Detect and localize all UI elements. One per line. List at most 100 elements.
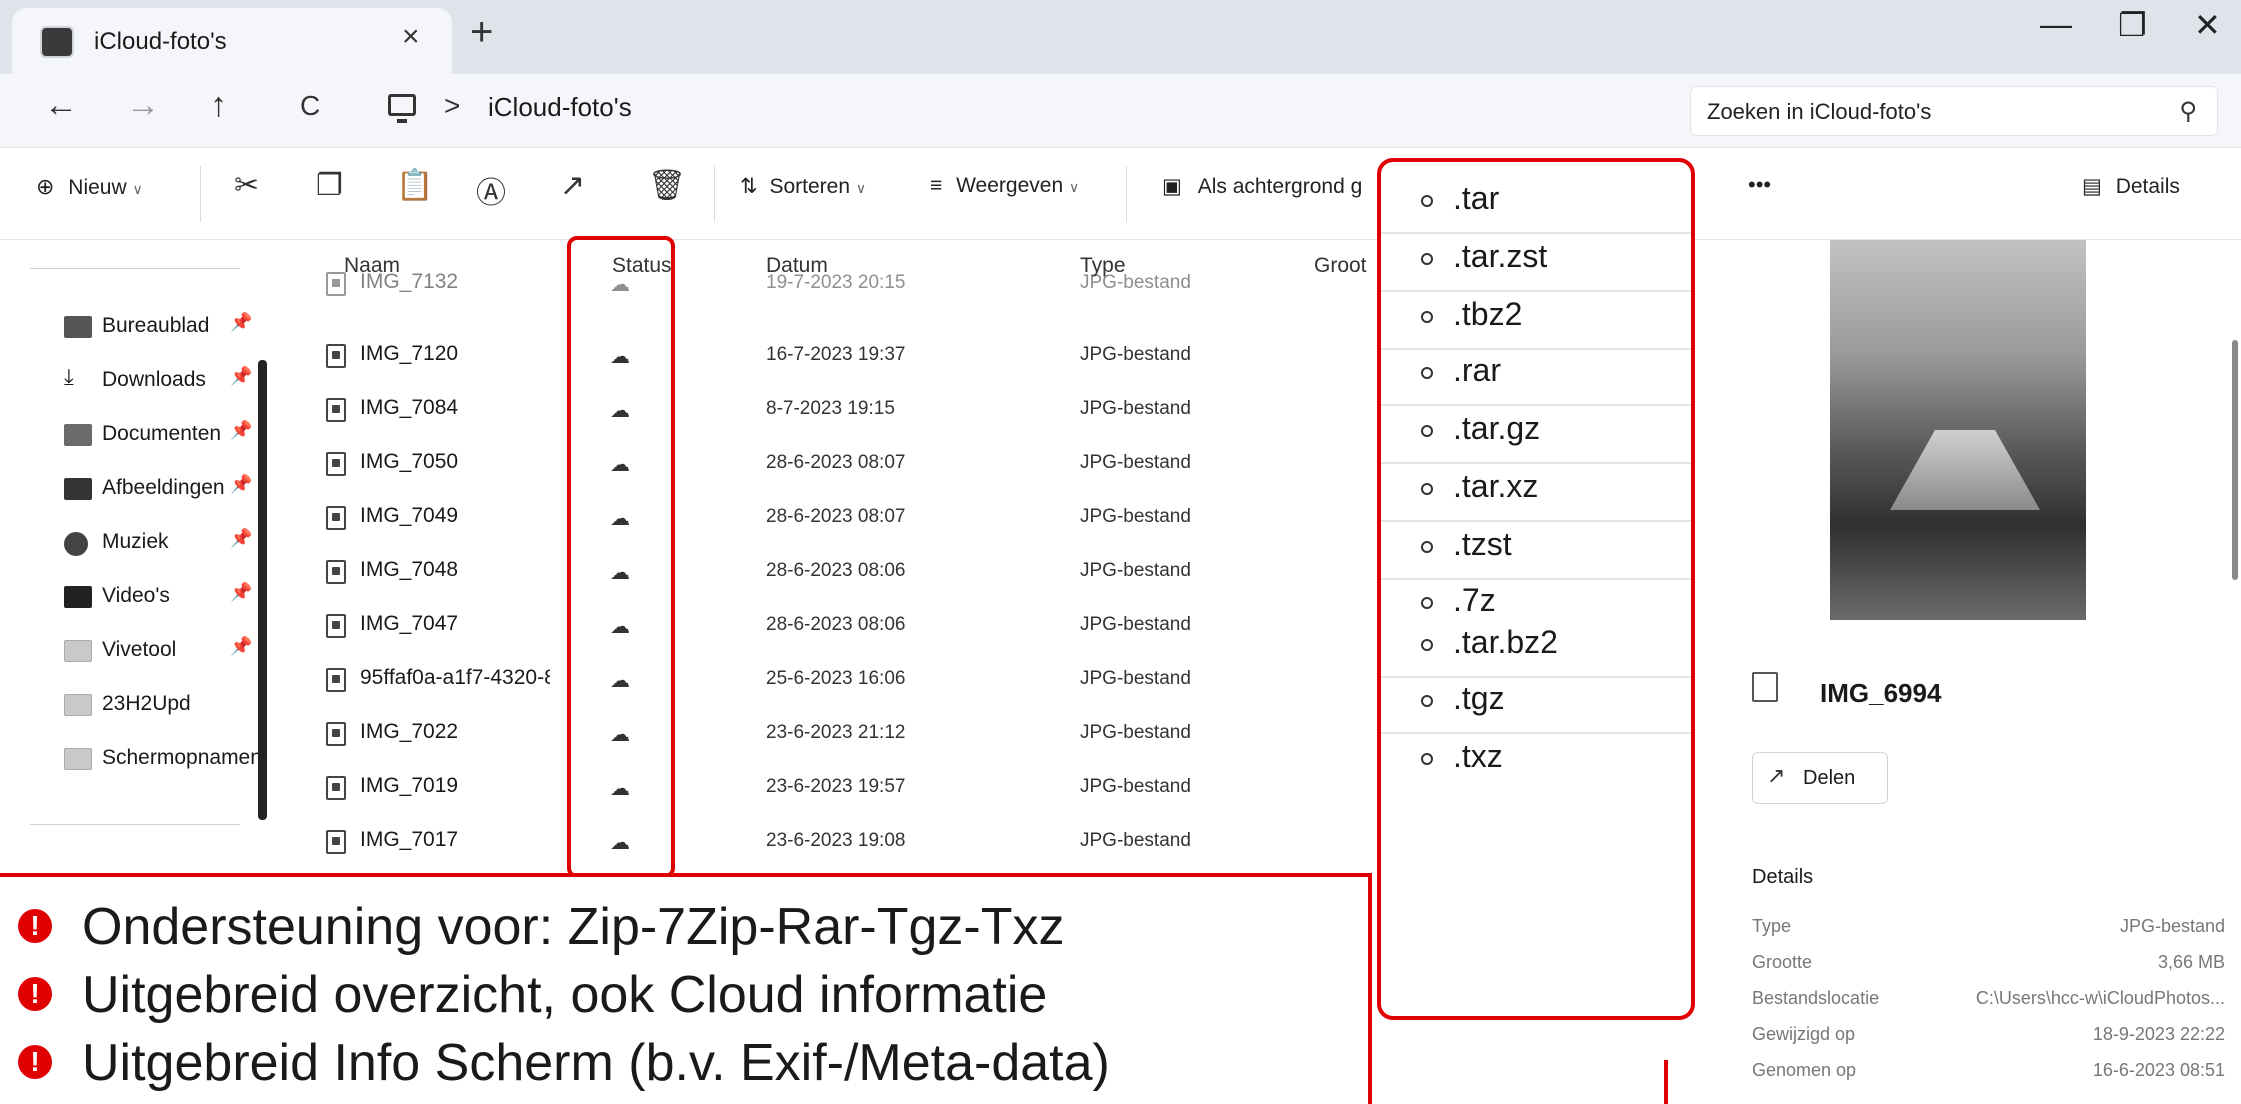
bullet-icon (1421, 482, 1433, 495)
bullet-icon (1421, 252, 1433, 265)
pin-icon: 📌 (230, 582, 253, 602)
feature-text: Uitgebreid overzicht, ook Cloud informat… (82, 966, 1048, 1024)
jpg-file-icon (326, 776, 346, 800)
details-scrollbar[interactable] (2232, 340, 2238, 580)
bullet-icon (1421, 424, 1433, 437)
nav-item-documenten[interactable]: Documenten 📌 (64, 418, 264, 458)
refresh-button[interactable]: C (300, 90, 320, 122)
feature-line: ! Uitgebreid Info Scherm (b.v. Exif-/Meta… (18, 1033, 1110, 1093)
file-type: JPG-bestand (1080, 776, 1191, 797)
extension-label: .tar.bz2 (1453, 624, 1558, 660)
pin-icon: 📌 (230, 312, 253, 332)
nav-divider (30, 268, 240, 269)
nav-item-muziek[interactable]: Muziek 📌 (64, 526, 264, 566)
jpg-file-icon (326, 560, 346, 584)
jpg-file-icon (326, 272, 346, 296)
extension-label: .tar.zst (1453, 238, 1548, 274)
sort-button[interactable]: ⇅ Sorteren ∨ (740, 174, 866, 199)
file-name: IMG_7049 (360, 504, 459, 527)
extension-item: .rar (1421, 352, 1501, 389)
file-name: 95ffaf0a-a1f7-4320-89... (360, 666, 550, 689)
file-type: JPG-bestand (1080, 830, 1191, 851)
icloud-app-icon (40, 26, 74, 58)
sort-icon: ⇅ (740, 175, 758, 198)
jpg-file-icon (326, 722, 346, 746)
details-pane-icon: ▤ (2082, 175, 2102, 198)
nav-item-label: Video's (102, 584, 170, 607)
breadcrumb[interactable]: iCloud-foto's (488, 92, 632, 123)
extension-label: .tbz2 (1453, 296, 1523, 332)
jpg-file-icon (326, 506, 346, 530)
extension-label: .tzst (1453, 526, 1512, 562)
nav-scrollbar[interactable] (258, 360, 267, 820)
file-date: 8-7-2023 19:15 (766, 398, 895, 419)
pictures-icon (64, 478, 92, 500)
preview-water (1890, 430, 2040, 510)
extension-divider (1381, 404, 1691, 406)
rename-icon[interactable]: Ⓐ (476, 168, 506, 212)
new-button[interactable]: ⊕ Nieuw ∨ (36, 174, 143, 200)
file-name: IMG_7120 (360, 342, 459, 365)
forward-button[interactable]: → (126, 86, 160, 125)
up-button[interactable]: ↑ (210, 86, 227, 125)
computer-icon[interactable] (388, 94, 416, 123)
extension-item: .tar (1421, 180, 1499, 217)
share-icon[interactable]: ↗ (560, 168, 585, 203)
share-button[interactable]: ↗ Delen (1752, 752, 1888, 804)
extension-item: .txz (1421, 738, 1503, 775)
bullet-icon (1421, 596, 1433, 609)
more-options-button[interactable]: ••• (1748, 172, 1771, 198)
nav-item-bureaublad[interactable]: Bureaublad 📌 (64, 310, 264, 350)
file-date: 28-6-2023 08:06 (766, 614, 906, 635)
pin-icon: 📌 (230, 420, 253, 440)
new-label: Nieuw (68, 176, 127, 199)
sort-label: Sorteren (769, 175, 850, 198)
back-button[interactable]: ← (44, 86, 78, 125)
jpg-file-icon (326, 344, 346, 368)
tab-close-icon[interactable]: × (402, 20, 420, 54)
nav-item-videos[interactable]: Video's 📌 (64, 580, 264, 620)
delete-icon[interactable]: 🗑 (648, 168, 686, 203)
extension-label: .rar (1453, 352, 1501, 388)
command-bar: ⊕ Nieuw ∨ ✂ ❐ 📋 Ⓐ ↗ 🗑 ⇅ Sorteren ∨ ≡ Wee… (0, 148, 2241, 240)
feature-text: Ondersteuning voor: Zip-7Zip-Rar-Tgz-Txz (82, 898, 1065, 956)
jpg-file-icon (1752, 672, 1778, 702)
nav-item-afbeeldingen[interactable]: Afbeeldingen 📌 (64, 472, 264, 512)
detail-value: 18-9-2023 22:22 (2092, 1024, 2225, 1044)
view-button[interactable]: ≡ Weergeven ∨ (930, 174, 1079, 198)
cut-icon[interactable]: ✂ (234, 168, 259, 203)
search-icon[interactable]: ⚲ (2179, 97, 2197, 126)
copy-icon[interactable]: ❐ (316, 168, 343, 203)
folder-icon (64, 748, 92, 770)
paste-icon[interactable]: 📋 (396, 168, 433, 203)
music-icon (64, 532, 88, 556)
file-type: JPG-bestand (1080, 668, 1191, 689)
nav-item-23h2upd[interactable]: 23H2Upd (64, 688, 264, 728)
jpg-file-icon (326, 398, 346, 422)
jpg-file-icon (326, 452, 346, 476)
toolbar-divider (714, 166, 715, 222)
photo-preview (1830, 240, 2086, 620)
detail-key: Type (1752, 916, 1792, 936)
supported-extensions-list: .tar .tar.zst .tbz2 .rar .tar.gz .tar.xz .tzst… (1377, 158, 1695, 1020)
details-button[interactable]: ▤ Details (2082, 174, 2180, 199)
set-background-button[interactable]: ▣ Als achtergrond g (1162, 174, 1362, 199)
bullet-icon (1421, 752, 1433, 765)
nav-item-vivetool[interactable]: Vivetool 📌 (64, 634, 264, 674)
close-window-button[interactable]: ✕ (2194, 6, 2221, 44)
minimize-button[interactable]: — (2040, 6, 2072, 43)
search-input[interactable]: Zoeken in iCloud-foto's ⚲ (1690, 86, 2218, 136)
jpg-file-icon (326, 668, 346, 692)
detail-value: 16-6-2023 08:51 (2092, 1060, 2225, 1080)
tab-icloud-photos[interactable]: iCloud-foto's × (12, 8, 452, 74)
extension-item: .tar.xz (1421, 468, 1538, 505)
file-type: JPG-bestand (1080, 398, 1191, 419)
file-name: IMG_7022 (360, 720, 459, 743)
extension-item: .tgz (1421, 680, 1505, 717)
maximize-button[interactable]: ❐ (2118, 6, 2147, 44)
nav-item-schermopnamen[interactable]: Schermopnamen (64, 742, 264, 782)
new-tab-button[interactable]: + (470, 10, 493, 55)
nav-item-downloads[interactable]: ⤓ Downloads 📌 (64, 364, 264, 404)
detail-key: Genomen op (1752, 1060, 1857, 1080)
file-name: IMG_7048 (360, 558, 459, 581)
